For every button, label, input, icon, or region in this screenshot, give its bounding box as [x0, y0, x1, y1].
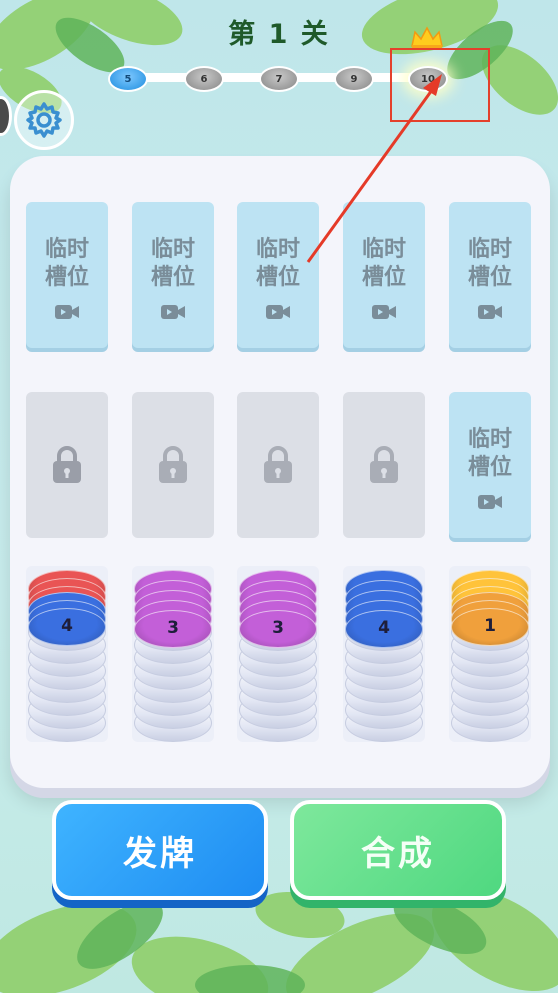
temp-slot-label-line2: 槽位	[150, 265, 195, 290]
level-node-label: 7	[275, 73, 283, 85]
temp-slot-label-line2: 槽位	[361, 265, 406, 290]
level-node-current: 5	[108, 66, 148, 92]
temp-slot-label-line2: 槽位	[44, 265, 89, 290]
temp-slot-label-line2: 槽位	[255, 265, 300, 290]
level-node-label: 9	[350, 73, 358, 85]
level-node-label: 6	[200, 73, 208, 85]
locked-slot[interactable]	[237, 392, 319, 538]
level-node-label: 5	[124, 73, 132, 85]
temp-slot-label: 临时 槽位	[148, 236, 198, 292]
temp-slot-label-line2: 槽位	[467, 455, 512, 480]
coin-stack-count: 3	[167, 618, 179, 638]
locked-slot[interactable]	[132, 392, 214, 538]
video-icon	[266, 305, 290, 319]
settings-button[interactable]	[14, 90, 74, 150]
temp-slot[interactable]: 临时 槽位	[449, 392, 531, 538]
highlight-box	[390, 48, 490, 122]
video-icon	[372, 305, 396, 319]
level-title: 第 1 关	[228, 19, 330, 50]
temp-slot-label: 临时 槽位	[465, 236, 515, 292]
coin-stack[interactable]: 3	[132, 566, 214, 742]
crown-icon	[411, 26, 443, 49]
temp-slot[interactable]: 临时 槽位	[449, 202, 531, 348]
level-node: 6	[184, 66, 224, 92]
temp-slot-label-line1: 临时	[467, 427, 512, 452]
video-icon	[478, 495, 502, 509]
edge-button[interactable]	[0, 96, 12, 136]
temp-slot-label-line1: 临时	[150, 237, 195, 262]
deal-button[interactable]: 发牌	[52, 800, 268, 900]
coin-stack-count: 1	[484, 616, 496, 636]
temp-slot[interactable]: 临时 槽位	[26, 202, 108, 348]
lock-icon	[370, 446, 398, 483]
temp-slot-label: 临时 槽位	[359, 236, 409, 292]
temp-slot-label-line1: 临时	[44, 237, 89, 262]
coin-stack[interactable]: 3	[237, 566, 319, 742]
coin-stack-count: 4	[378, 618, 390, 638]
video-icon	[161, 305, 185, 319]
coin-stack[interactable]: 1	[449, 566, 531, 742]
temp-slot[interactable]: 临时 槽位	[237, 202, 319, 348]
coin-stack-count: 4	[61, 616, 73, 636]
locked-slot[interactable]	[26, 392, 108, 538]
temp-slot-label-line1: 临时	[255, 237, 300, 262]
lock-icon	[159, 446, 187, 483]
temp-slot-label-line1: 临时	[467, 237, 512, 262]
lock-icon	[53, 446, 81, 483]
video-icon	[55, 305, 79, 319]
lock-icon	[264, 446, 292, 483]
temp-slot[interactable]: 临时 槽位	[132, 202, 214, 348]
video-icon	[478, 305, 502, 319]
game-board: 临时 槽位 临时 槽位 临时 槽位 临时 槽位 临时 槽位 临时 槽位 4 3 …	[10, 156, 550, 788]
coin-stack[interactable]: 4	[26, 566, 108, 742]
temp-slot-label: 临时 槽位	[465, 426, 515, 482]
temp-slot[interactable]: 临时 槽位	[343, 202, 425, 348]
locked-slot[interactable]	[343, 392, 425, 538]
temp-slot-label-line2: 槽位	[467, 265, 512, 290]
level-node: 9	[334, 66, 374, 92]
coin-stack-count: 3	[272, 618, 284, 638]
temp-slot-label-line1: 临时	[361, 237, 406, 262]
temp-slot-label: 临时 槽位	[253, 236, 303, 292]
merge-button[interactable]: 合成	[290, 800, 506, 900]
gear-icon	[26, 102, 62, 138]
level-node: 7	[259, 66, 299, 92]
temp-slot-label: 临时 槽位	[42, 236, 92, 292]
coin-stack[interactable]: 4	[343, 566, 425, 742]
